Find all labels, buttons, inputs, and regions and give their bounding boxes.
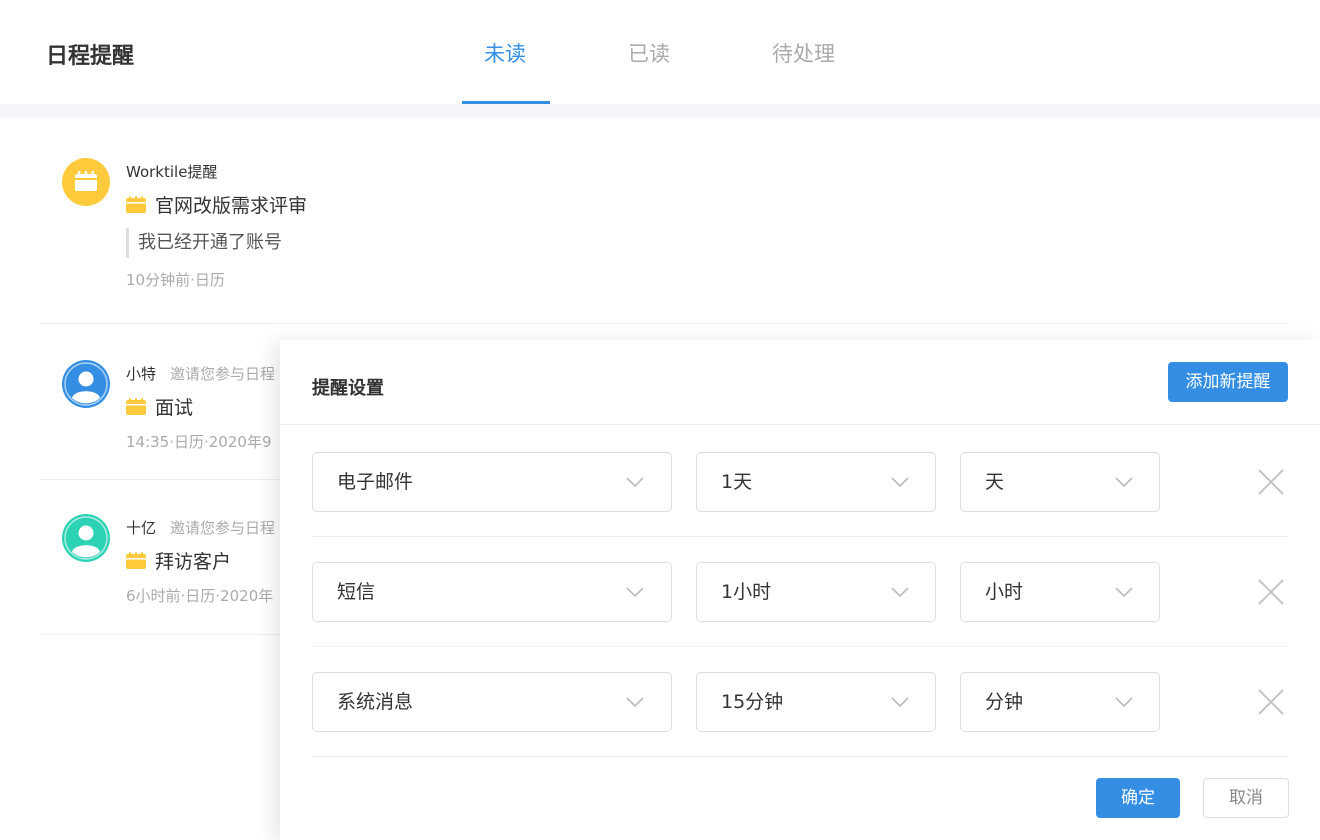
divider <box>312 646 1288 647</box>
notification-meta: 6小时前·日历·2020年 <box>126 587 274 605</box>
close-icon[interactable] <box>1256 577 1286 607</box>
select-value: 电子邮件 <box>337 471 414 493</box>
user-icon <box>62 360 110 408</box>
select-value: 系统消息 <box>337 691 414 713</box>
close-icon[interactable] <box>1256 687 1286 717</box>
chevron-down-icon <box>891 697 909 708</box>
header: 日程提醒 未读 已读 待处理 <box>0 0 1320 105</box>
notification-title: 面试 <box>155 397 194 419</box>
notification-sender: 小特 邀请您参与日程 <box>126 363 275 384</box>
method-select[interactable]: 电子邮件 <box>312 452 672 512</box>
chevron-down-icon <box>1115 477 1133 488</box>
cancel-button[interactable]: 取消 <box>1203 778 1289 818</box>
method-select[interactable]: 短信 <box>312 562 672 622</box>
chevron-down-icon <box>626 477 644 488</box>
reminder-settings-panel: 提醒设置 添加新提醒 电子邮件 1天 天 短信 1小时 小时 系统消息 15分钟… <box>280 340 1320 840</box>
page-title: 日程提醒 <box>46 44 135 69</box>
invite-text: 邀请您参与日程 <box>170 365 276 383</box>
avatar <box>62 360 110 408</box>
notification-meta: 10分钟前·日历 <box>126 271 225 289</box>
chevron-down-icon <box>891 477 909 488</box>
select-value: 分钟 <box>985 691 1024 713</box>
select-value: 天 <box>985 471 1005 493</box>
header-divider <box>0 104 1320 118</box>
unit-select[interactable]: 分钟 <box>960 672 1160 732</box>
chevron-down-icon <box>626 587 644 598</box>
tab-read[interactable]: 已读 <box>628 38 670 68</box>
calendar-icon <box>62 158 110 206</box>
select-value: 小时 <box>985 581 1024 603</box>
notification-title-row: 面试 <box>126 393 193 420</box>
notification-item[interactable]: Worktile提醒 官网改版需求评审 我已经开通了账号 10分钟前·日历 <box>40 158 1288 289</box>
avatar <box>62 158 110 206</box>
chevron-down-icon <box>1115 697 1133 708</box>
notification-title-row: 拜访客户 <box>126 547 231 574</box>
select-value: 1小时 <box>721 581 772 603</box>
divider <box>40 323 1288 324</box>
notification-meta: 14:35·日历·2020年9 <box>126 433 272 451</box>
select-value: 短信 <box>337 581 376 603</box>
user-icon <box>62 514 110 562</box>
sender-name: 小特 <box>126 365 157 383</box>
sender-name: 十亿 <box>126 519 157 537</box>
notification-title-row: 官网改版需求评审 <box>126 191 307 218</box>
divider <box>280 424 1320 425</box>
unit-select[interactable]: 小时 <box>960 562 1160 622</box>
unit-select[interactable]: 天 <box>960 452 1160 512</box>
notification-title: 官网改版需求评审 <box>155 195 308 217</box>
calendar-icon <box>126 196 146 213</box>
chevron-down-icon <box>626 697 644 708</box>
confirm-button[interactable]: 确定 <box>1096 778 1180 818</box>
divider <box>312 536 1288 537</box>
calendar-icon <box>126 398 146 415</box>
notification-quote: 我已经开通了账号 <box>126 228 282 258</box>
select-value: 1天 <box>721 471 753 493</box>
amount-select[interactable]: 1天 <box>696 452 936 512</box>
tab-unread[interactable]: 未读 <box>484 38 526 68</box>
divider <box>312 756 1288 757</box>
notification-sender: 十亿 邀请您参与日程 <box>126 517 275 538</box>
chevron-down-icon <box>1115 587 1133 598</box>
select-value: 15分钟 <box>721 691 784 713</box>
amount-select[interactable]: 1小时 <box>696 562 936 622</box>
add-reminder-button[interactable]: 添加新提醒 <box>1168 362 1288 402</box>
avatar <box>62 514 110 562</box>
invite-text: 邀请您参与日程 <box>170 519 276 537</box>
chevron-down-icon <box>891 587 909 598</box>
notification-title: 拜访客户 <box>155 551 232 573</box>
notification-sender: Worktile提醒 <box>126 163 218 181</box>
close-icon[interactable] <box>1256 467 1286 497</box>
method-select[interactable]: 系统消息 <box>312 672 672 732</box>
calendar-icon <box>126 552 146 569</box>
tab-pending[interactable]: 待处理 <box>772 38 835 68</box>
amount-select[interactable]: 15分钟 <box>696 672 936 732</box>
panel-title: 提醒设置 <box>312 378 384 399</box>
